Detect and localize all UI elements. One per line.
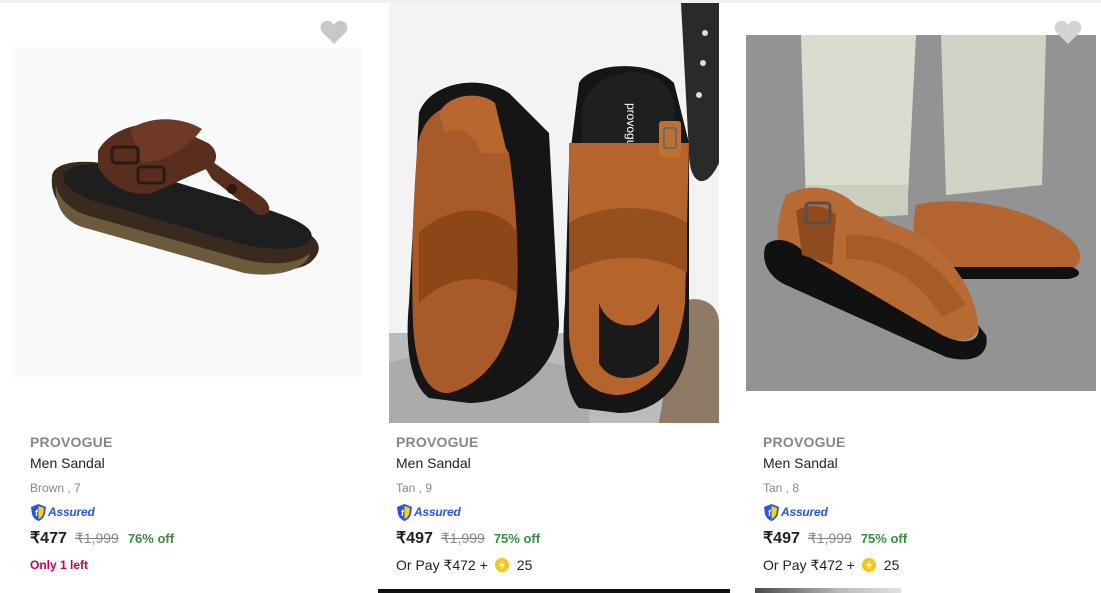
discount-percent: 76% off: [127, 531, 175, 546]
coin-count: 25: [883, 557, 900, 573]
discount-percent: 75% off: [493, 531, 541, 546]
selling-price: ₹497: [396, 530, 433, 547]
tan-sandal-worn-image: [746, 35, 1096, 391]
product-variant: Brown , 7: [30, 481, 81, 495]
product-grid: PROVOGUE Men Sandal Brown , 7 f Assured …: [0, 0, 1101, 593]
or-pay-offer: Or Pay ₹472 + 25: [763, 557, 899, 574]
price-row: ₹477 ₹1,999 76% off: [30, 528, 350, 550]
product-card[interactable]: PROVOGUE Men Sandal Brown , 7 f Assured …: [0, 0, 370, 593]
assured-shield-icon: f: [764, 503, 779, 521]
product-card[interactable]: provogue PROVOGUE Men Sandal Tan , 9 f A…: [378, 0, 730, 593]
next-row-image-edge: [755, 588, 901, 593]
assured-badge: f Assured: [763, 502, 1083, 522]
assured-badge: f Assured: [30, 502, 350, 522]
coin-offer-row: Or Pay ₹472 + 25: [396, 555, 716, 575]
original-price: ₹1,999: [807, 530, 852, 546]
selling-price: ₹477: [30, 530, 67, 547]
product-image[interactable]: [12, 47, 362, 377]
assured-label: Assured: [48, 505, 95, 519]
tan-sandal-pair-image: provogue: [389, 3, 719, 423]
assured-label: Assured: [414, 505, 461, 519]
price-row: ₹497 ₹1,999 75% off: [396, 528, 716, 550]
product-info: PROVOGUE Men Sandal Brown , 7 f Assured …: [30, 433, 350, 575]
coin-count: 25: [516, 557, 533, 573]
assured-shield-icon: f: [397, 503, 412, 521]
coin-offer-row: Or Pay ₹472 + 25: [763, 555, 1083, 575]
assured-shield-icon: f: [31, 503, 46, 521]
assured-badge: f Assured: [396, 502, 716, 522]
stock-note: Only 1 left: [30, 558, 89, 572]
product-variant: Tan , 8: [763, 481, 800, 495]
wishlist-heart-icon[interactable]: [320, 19, 348, 45]
product-title[interactable]: Men Sandal: [30, 454, 350, 472]
hover-underline: [378, 589, 730, 593]
product-variant: Tan , 9: [396, 481, 433, 495]
or-pay-text: Or Pay ₹472 +: [396, 556, 488, 573]
or-pay-text: Or Pay ₹472 +: [763, 556, 855, 573]
brand-name: PROVOGUE: [396, 434, 479, 450]
supercoin-icon: [494, 558, 509, 572]
product-info: PROVOGUE Men Sandal Tan , 9 f Assured ₹4…: [396, 433, 716, 575]
supercoin-icon: [861, 558, 876, 572]
product-card[interactable]: PROVOGUE Men Sandal Tan , 8 f Assured ₹4…: [742, 0, 1101, 593]
wishlist-heart-icon[interactable]: [1054, 19, 1082, 45]
product-image[interactable]: [746, 35, 1096, 391]
brand-name: PROVOGUE: [763, 434, 846, 450]
price-row: ₹497 ₹1,999 75% off: [763, 528, 1083, 550]
brown-sandal-image: [12, 47, 362, 377]
original-price: ₹1,999: [440, 530, 485, 546]
discount-percent: 75% off: [860, 531, 908, 546]
product-title[interactable]: Men Sandal: [396, 454, 716, 472]
stock-row: Only 1 left: [30, 555, 350, 575]
selling-price: ₹497: [763, 530, 800, 547]
product-info: PROVOGUE Men Sandal Tan , 8 f Assured ₹4…: [763, 433, 1083, 575]
original-price: ₹1,999: [74, 530, 119, 546]
product-image[interactable]: provogue: [389, 3, 719, 423]
brand-name: PROVOGUE: [30, 434, 113, 450]
or-pay-offer: Or Pay ₹472 + 25: [396, 557, 532, 574]
product-title[interactable]: Men Sandal: [763, 454, 1083, 472]
assured-label: Assured: [781, 505, 828, 519]
